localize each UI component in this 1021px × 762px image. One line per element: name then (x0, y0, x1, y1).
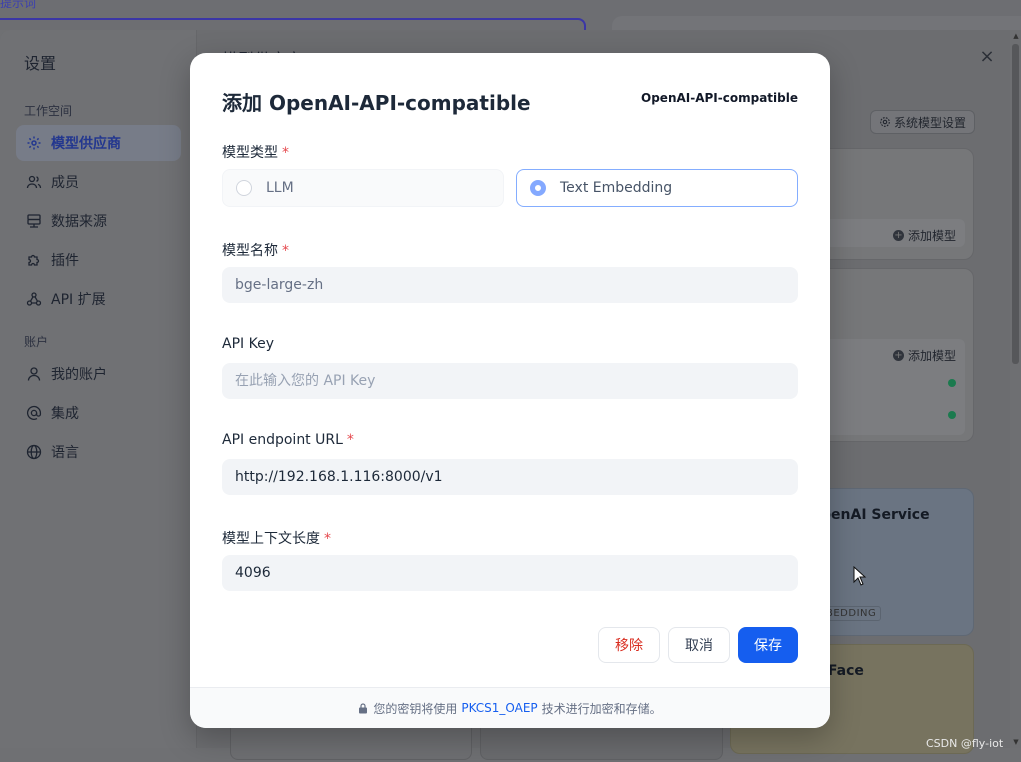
context-length-input[interactable]: 4096 (222, 555, 798, 591)
radio-unchecked-icon (236, 180, 252, 196)
cancel-button[interactable]: 取消 (668, 627, 730, 663)
required-mark: * (282, 145, 289, 161)
sidebar-item-label: 数据来源 (51, 214, 107, 230)
status-dot-icon (948, 411, 956, 419)
sidebar-item-api-extension[interactable]: API 扩展 (16, 281, 181, 317)
model-type-label: 模型类型 * (222, 142, 289, 162)
status-dot-icon (948, 379, 956, 387)
field-label-text: API Key (222, 336, 274, 352)
sidebar-item-data-source[interactable]: 数据来源 (16, 203, 181, 239)
model-name-input[interactable]: bge-large-zh (222, 267, 798, 303)
api-key-label: API Key (222, 336, 274, 352)
plus-icon: + (893, 230, 904, 241)
lock-icon (359, 702, 368, 713)
close-icon[interactable]: × (978, 48, 996, 66)
scroll-up-icon[interactable]: ▲ (1011, 32, 1021, 40)
sidebar-item-label: 我的账户 (51, 367, 107, 383)
settings-title: 设置 (24, 54, 57, 73)
required-mark: * (324, 531, 331, 547)
sidebar-item-integrations[interactable]: 集成 (16, 395, 181, 431)
sidebar-item-label: API 扩展 (51, 292, 106, 308)
provider-card-tag: BEDDING (821, 606, 882, 621)
endpoint-url-input[interactable]: http://192.168.1.116:8000/v1 (222, 459, 798, 495)
option-label: Text Embedding (560, 180, 673, 196)
required-mark: * (346, 432, 354, 448)
plus-icon: + (893, 350, 904, 361)
field-label-text: API endpoint URL (222, 432, 343, 448)
data-source-icon (26, 213, 42, 229)
sidebar-item-label: 模型供应商 (51, 136, 121, 152)
provider-badge: OpenAI-API-compatible (641, 91, 798, 105)
sidebar-item-label: 成员 (51, 175, 79, 191)
background-text-fragment: 提示词 (0, 0, 37, 10)
encryption-notice: 您的密钥将使用 PKCS1_OAEP 技术进行加密和存储。 (190, 687, 830, 728)
pkcs-link[interactable]: PKCS1_OAEP (461, 701, 537, 715)
system-model-settings-label: 系统模型设置 (894, 115, 967, 130)
system-model-settings-button[interactable]: 系统模型设置 (870, 110, 975, 134)
globe-icon (26, 444, 42, 460)
sidebar-group-workspace: 工作空间 (24, 104, 73, 118)
endpoint-url-label: API endpoint URL * (222, 432, 354, 448)
sidebar-item-members[interactable]: 成员 (16, 164, 181, 200)
watermark: CSDN @fly-iot (926, 737, 1004, 750)
context-length-label: 模型上下文长度 * (222, 528, 331, 548)
user-icon (26, 366, 42, 382)
sidebar-group-account: 账户 (24, 335, 49, 349)
add-model-button[interactable]: + 添加模型 (893, 227, 956, 244)
save-button[interactable]: 保存 (738, 627, 798, 663)
members-icon (26, 174, 42, 190)
radio-checked-icon (530, 180, 546, 196)
add-model-label: 添加模型 (908, 229, 957, 243)
model-provider-icon (26, 135, 42, 151)
model-name-label: 模型名称 * (222, 240, 289, 260)
model-type-option-text-embedding[interactable]: Text Embedding (516, 169, 798, 207)
sidebar-item-model-provider[interactable]: 模型供应商 (16, 125, 181, 161)
sidebar-item-language[interactable]: 语言 (16, 434, 181, 470)
add-model-button[interactable]: + 添加模型 (893, 347, 956, 364)
scrollbar-thumb[interactable] (1012, 44, 1019, 364)
sidebar-item-label: 语言 (51, 445, 79, 461)
option-label: LLM (266, 180, 294, 196)
sidebar-item-plugins[interactable]: 插件 (16, 242, 181, 278)
background-top-area: 提示词 (0, 0, 1021, 36)
api-key-input[interactable] (222, 363, 798, 399)
field-label-text: 模型上下文长度 (222, 531, 320, 547)
provider-card-openai[interactable]: penAI Service BEDDING (812, 488, 974, 636)
add-model-label: 添加模型 (908, 349, 957, 363)
dialog-title: 添加 OpenAI-API-compatible (222, 91, 531, 115)
at-icon (26, 405, 42, 421)
required-mark: * (282, 243, 289, 259)
field-label-text: 模型类型 (222, 145, 278, 161)
remove-button[interactable]: 移除 (598, 627, 660, 663)
scroll-down-icon[interactable]: ▼ (1011, 738, 1021, 746)
field-label-text: 模型名称 (222, 243, 278, 259)
puzzle-icon (26, 252, 42, 268)
model-type-option-llm[interactable]: LLM (222, 169, 504, 207)
gear-icon (880, 117, 890, 127)
sidebar-item-label: 集成 (51, 406, 79, 422)
mouse-cursor-icon (853, 566, 867, 586)
notice-text: 您的密钥将使用 (373, 701, 458, 716)
settings-sidebar: 设置 工作空间 模型供应商 成员 数据来源 插件 API 扩展 账户 我的账户 … (0, 30, 197, 748)
api-extension-icon (26, 291, 42, 307)
provider-card-title: penAI Service (821, 507, 930, 523)
notice-text: 技术进行加密和存储。 (541, 701, 662, 716)
sidebar-item-label: 插件 (51, 253, 79, 269)
sidebar-item-my-account[interactable]: 我的账户 (16, 356, 181, 392)
add-model-dialog: 添加 OpenAI-API-compatible OpenAI-API-comp… (190, 53, 830, 728)
